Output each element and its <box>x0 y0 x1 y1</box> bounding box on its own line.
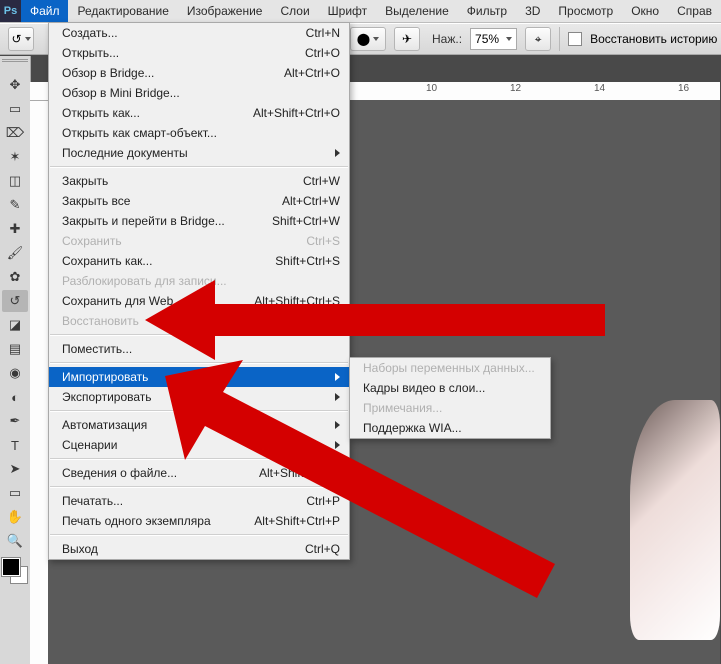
menu-Окно[interactable]: Окно <box>622 0 668 22</box>
ruler-label: 10 <box>426 83 437 94</box>
menu-item-label: Закрыть и перейти в Bridge... <box>62 214 272 228</box>
file-menu-item[interactable]: Закрыть всеAlt+Ctrl+W <box>49 191 349 211</box>
brush-tool-icon[interactable]: 🖌 <box>2 242 28 264</box>
annotation-arrow-2 <box>165 360 555 600</box>
history-brush-icon: ↺ <box>11 32 21 46</box>
file-menu-item[interactable]: Создать...Ctrl+N <box>49 23 349 43</box>
color-swatches[interactable] <box>2 558 28 584</box>
file-menu-item[interactable]: Закрыть и перейти в Bridge...Shift+Ctrl+… <box>49 211 349 231</box>
file-menu-item[interactable]: Обзор в Mini Bridge... <box>49 83 349 103</box>
menu-item-shortcut: Ctrl+O <box>305 46 340 60</box>
file-menu-item[interactable]: ЗакрытьCtrl+W <box>49 171 349 191</box>
crop-tool-icon[interactable]: ◫ <box>2 170 28 192</box>
menu-Фильтр[interactable]: Фильтр <box>458 0 516 22</box>
file-menu-item[interactable]: Сохранить как...Shift+Ctrl+S <box>49 251 349 271</box>
menu-item-shortcut: Ctrl+N <box>306 26 340 40</box>
history-brush-tool-icon[interactable]: ↺ <box>2 290 28 312</box>
lasso-tool-icon[interactable]: ⌦ <box>2 122 28 144</box>
app-badge: Ps <box>0 0 21 22</box>
menu-Редактирование[interactable]: Редактирование <box>68 0 177 22</box>
mode-picker[interactable]: ⬤ <box>350 27 386 51</box>
menu-Шрифт[interactable]: Шрифт <box>319 0 376 22</box>
menu-item-shortcut: Alt+Ctrl+O <box>284 66 340 80</box>
menu-Просмотр[interactable]: Просмотр <box>549 0 622 22</box>
ruler-label: 12 <box>510 83 521 94</box>
gradient-tool-icon[interactable]: ▤ <box>2 338 28 360</box>
menu-item-shortcut: Ctrl+W <box>303 174 340 188</box>
ruler-label: 14 <box>594 83 605 94</box>
restore-history-checkbox[interactable] <box>568 32 582 46</box>
airbrush-toggle[interactable]: ✈ <box>394 27 420 51</box>
menu-item-shortcut: Ctrl+S <box>306 234 340 248</box>
menu-Справ[interactable]: Справ <box>668 0 721 22</box>
menu-item-label: Открыть как... <box>62 106 253 120</box>
menu-item-label: Открыть... <box>62 46 305 60</box>
zoom-tool-icon[interactable]: 🔍 <box>2 530 28 552</box>
file-menu-item[interactable]: Обзор в Bridge...Alt+Ctrl+O <box>49 63 349 83</box>
marquee-tool-icon[interactable]: ▭ <box>2 98 28 120</box>
airbrush-icon: ✈ <box>402 32 412 46</box>
menu-item-shortcut: Shift+Ctrl+S <box>275 254 340 268</box>
menubar: Ps ФайлРедактированиеИзображениеСлоиШриф… <box>0 0 721 23</box>
stamp-tool-icon[interactable]: ✿ <box>2 266 28 288</box>
blur-tool-icon[interactable]: ◉ <box>2 362 28 384</box>
image-content <box>630 400 720 640</box>
menu-item-label: Создать... <box>62 26 306 40</box>
magic-wand-tool-icon[interactable]: ✶ <box>2 146 28 168</box>
toolbox-handle[interactable] <box>2 59 28 70</box>
toolbox: ✥▭⌦✶◫✎✚🖌✿↺◪▤◉◐✒T➤▭✋🔍 <box>0 56 31 664</box>
menu-item-shortcut: Alt+Shift+Ctrl+O <box>253 106 340 120</box>
healing-brush-tool-icon[interactable]: ✚ <box>2 218 28 240</box>
brush-mode-icon: ⬤ <box>357 32 370 46</box>
menu-item-label: Сохранить <box>62 234 306 248</box>
flow-label: Наж.: <box>432 32 462 46</box>
ruler-corner <box>30 82 49 101</box>
annotation-arrow-1 <box>145 280 605 360</box>
menu-item-label: Обзор в Bridge... <box>62 66 284 80</box>
file-menu-item: СохранитьCtrl+S <box>49 231 349 251</box>
menu-item-label: Сохранить как... <box>62 254 275 268</box>
menu-item-shortcut: Alt+Ctrl+W <box>282 194 340 208</box>
ruler-label: 16 <box>678 83 689 94</box>
menu-Файл[interactable]: Файл <box>21 0 69 22</box>
pressure-toggle[interactable]: ⌖ <box>525 27 551 51</box>
menu-Изображение[interactable]: Изображение <box>178 0 272 22</box>
menu-separator <box>50 166 348 168</box>
menu-item-label: Закрыть <box>62 174 303 188</box>
file-menu-item[interactable]: Открыть как...Alt+Shift+Ctrl+O <box>49 103 349 123</box>
shape-tool-icon[interactable]: ▭ <box>2 482 28 504</box>
eraser-tool-icon[interactable]: ◪ <box>2 314 28 336</box>
menu-item-label: Последние документы <box>62 146 335 160</box>
hand-tool-icon[interactable]: ✋ <box>2 506 28 528</box>
menu-item-label: Открыть как смарт-объект... <box>62 126 340 140</box>
menu-3D[interactable]: 3D <box>516 0 549 22</box>
submenu-arrow-icon <box>335 149 340 157</box>
dodge-tool-icon[interactable]: ◐ <box>2 386 28 408</box>
type-tool-icon[interactable]: T <box>2 434 28 456</box>
menu-item-label: Закрыть все <box>62 194 282 208</box>
foreground-color-swatch[interactable] <box>2 558 20 576</box>
menu-Слои[interactable]: Слои <box>271 0 318 22</box>
eyedropper-tool-icon[interactable]: ✎ <box>2 194 28 216</box>
menu-Выделение[interactable]: Выделение <box>376 0 458 22</box>
flow-input[interactable]: 75% <box>470 28 517 50</box>
ruler-vertical <box>30 100 49 664</box>
move-tool-icon[interactable]: ✥ <box>2 74 28 96</box>
file-menu-item[interactable]: Последние документы <box>49 143 349 163</box>
path-selection-tool-icon[interactable]: ➤ <box>2 458 28 480</box>
restore-history-label: Восстановить историю <box>590 32 717 46</box>
menu-item-shortcut: Shift+Ctrl+W <box>272 214 340 228</box>
tool-preset-picker[interactable]: ↺ <box>8 27 34 51</box>
file-menu-item[interactable]: Открыть как смарт-объект... <box>49 123 349 143</box>
pen-tool-icon[interactable]: ✒ <box>2 410 28 432</box>
menu-item-label: Обзор в Mini Bridge... <box>62 86 340 100</box>
file-menu-item[interactable]: Открыть...Ctrl+O <box>49 43 349 63</box>
pressure-icon: ⌖ <box>535 32 542 47</box>
